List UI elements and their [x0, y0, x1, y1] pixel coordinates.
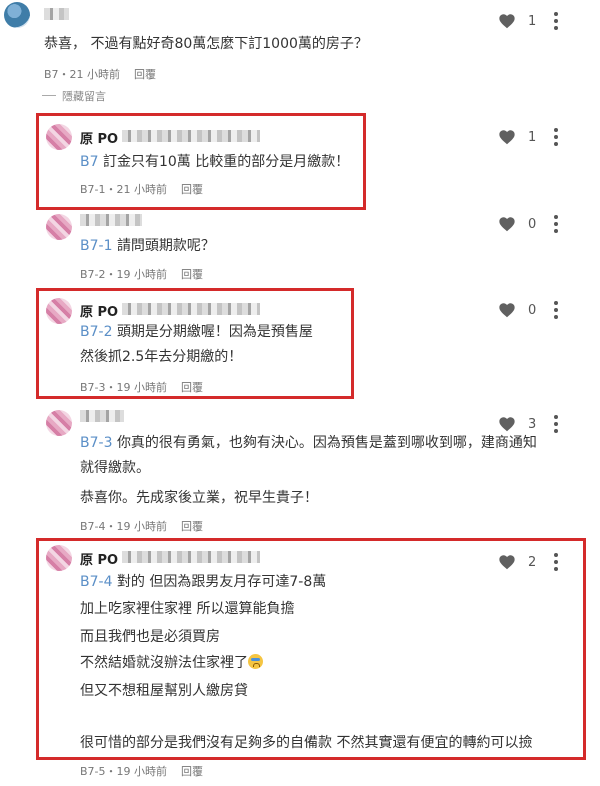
comment-text: 就得繳款。	[80, 460, 150, 476]
comment-meta: B7-4・19 小時前 回覆	[80, 520, 204, 533]
reply-tag[interactable]: B7-3	[80, 435, 112, 451]
like-count: 0	[528, 216, 537, 232]
comment-text: B7-3 你真的很有勇氣，也夠有決心。因為預售是蓋到哪收到哪，建商通知	[80, 435, 537, 451]
reply-tag[interactable]: B7-1	[80, 238, 112, 254]
more-options-icon[interactable]	[554, 215, 559, 233]
highlight-box	[36, 538, 586, 760]
like-count: 1	[528, 129, 537, 145]
like-group: 0	[498, 301, 559, 319]
like-count: 0	[528, 302, 537, 318]
heart-icon[interactable]	[498, 416, 516, 432]
like-count: 3	[528, 416, 537, 432]
avatar[interactable]	[46, 214, 72, 240]
more-options-icon[interactable]	[554, 12, 559, 30]
reply-link[interactable]: 回覆	[134, 68, 156, 81]
username-blurred	[80, 410, 124, 422]
avatar[interactable]	[46, 410, 72, 436]
highlight-box	[36, 113, 366, 210]
more-options-icon[interactable]	[554, 415, 559, 433]
comment-text: B7-1 請問頭期款呢？	[80, 238, 215, 254]
hidden-comments-toggle[interactable]: 隱藏留言	[62, 88, 106, 104]
avatar[interactable]	[4, 2, 30, 28]
reply-link[interactable]: 回覆	[181, 520, 203, 533]
comment-meta: B7・21 小時前 回覆	[44, 68, 157, 81]
reply-link[interactable]: 回覆	[181, 268, 203, 281]
comment-meta: B7-2・19 小時前 回覆	[80, 268, 204, 281]
like-group: 1	[498, 128, 559, 146]
comment-meta: B7-5・19 小時前 回覆	[80, 765, 204, 778]
reply-link[interactable]: 回覆	[181, 765, 203, 778]
more-options-icon[interactable]	[554, 128, 559, 146]
divider	[42, 95, 56, 96]
more-options-icon[interactable]	[554, 301, 559, 319]
username-blurred	[80, 214, 142, 226]
like-group: 3	[498, 415, 559, 433]
like-group: 1	[498, 12, 559, 30]
comment-text: 恭喜你。先成家後立業，祝早生貴子！	[80, 490, 318, 506]
username-blurred	[44, 8, 69, 20]
comment-text: 恭喜， 不過有點好奇80萬怎麼下訂1000萬的房子？	[44, 36, 368, 52]
like-count: 1	[528, 13, 537, 29]
heart-icon[interactable]	[498, 129, 516, 145]
heart-icon[interactable]	[498, 216, 516, 232]
heart-icon[interactable]	[498, 13, 516, 29]
like-group: 0	[498, 215, 559, 233]
heart-icon[interactable]	[498, 302, 516, 318]
highlight-box	[36, 288, 354, 399]
